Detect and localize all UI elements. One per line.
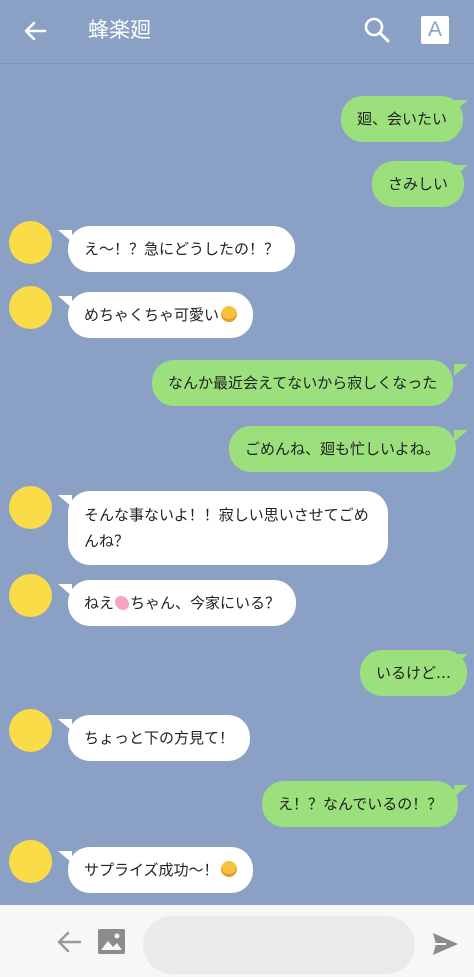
avatar[interactable]: [9, 486, 52, 529]
bubble-tail: [454, 785, 468, 797]
message-incoming: めちゃくちゃ可愛い: [68, 292, 254, 338]
chat-title: 蜂楽廻: [88, 18, 151, 42]
bubble-tail: [454, 100, 468, 112]
message-incoming: ねえ ちゃん、今家にいる？: [68, 580, 297, 626]
message-text: ごめんね、廻も忙しいよね。: [245, 440, 440, 458]
message-composer: [0, 905, 474, 977]
message-text: 廻、会いたい: [357, 110, 448, 128]
font-size-icon[interactable]: A: [421, 16, 449, 44]
bubble-tail: [58, 851, 72, 863]
message-outgoing: さみしい: [372, 161, 465, 207]
message-list: 廻、会いたい さみしい え〜！？急にどうしたの！？ めちゃくちゃ可愛い なんか最…: [0, 65, 474, 905]
message-text: え〜！？急にどうしたの！？: [84, 240, 280, 258]
message-text: なんか最近会えてないから寂しくなった: [168, 374, 438, 392]
bubble-tail: [58, 230, 72, 242]
cherry-blossom-icon: [115, 596, 130, 610]
message-text: ちゃん、今家にいる？: [130, 594, 281, 612]
send-icon[interactable]: [430, 929, 460, 959]
message-incoming: え〜！？急にどうしたの！？: [68, 226, 296, 272]
message-outgoing: え！？なんでいるの！？: [262, 781, 459, 827]
smiling-face-icon: [221, 306, 238, 322]
message-outgoing: いるけど…: [360, 650, 468, 696]
bubble-tail: [58, 584, 72, 596]
message-outgoing: ごめんね、廻も忙しいよね。: [229, 426, 456, 472]
message-text: ちょっと下の方見て！: [84, 729, 235, 747]
avatar[interactable]: [9, 840, 52, 883]
avatar[interactable]: [9, 221, 52, 264]
chat-header: 蜂楽廻 A: [0, 0, 474, 64]
message-outgoing: なんか最近会えてないから寂しくなった: [152, 360, 454, 406]
message-text: ねえ: [84, 594, 115, 612]
bubble-tail: [454, 654, 468, 666]
message-text: サプライズ成功〜！: [84, 861, 219, 879]
bubble-tail: [58, 296, 72, 308]
search-icon[interactable]: [362, 15, 392, 45]
message-outgoing: 廻、会いたい: [341, 96, 464, 142]
winking-face-icon: [220, 861, 237, 877]
bubble-tail: [58, 719, 72, 731]
message-text: そんな事ないよ！！寂しい思いさせてごめんね？: [84, 506, 369, 550]
message-text: え！？なんでいるの！？: [278, 795, 443, 813]
back-arrow-icon[interactable]: [20, 16, 50, 46]
image-icon[interactable]: [97, 928, 126, 955]
avatar[interactable]: [9, 709, 52, 752]
bubble-tail: [454, 165, 468, 177]
message-text: いるけど…: [376, 664, 452, 682]
message-text: めちゃくちゃ可愛い: [84, 306, 220, 324]
message-text: さみしい: [388, 175, 449, 193]
message-input[interactable]: [143, 916, 415, 974]
avatar[interactable]: [9, 574, 52, 617]
bubble-tail: [454, 364, 468, 376]
avatar[interactable]: [9, 286, 52, 329]
message-incoming: そんな事ないよ！！寂しい思いさせてごめんね？: [68, 491, 388, 565]
bubble-tail: [454, 430, 468, 442]
message-incoming: サプライズ成功〜！: [68, 847, 253, 893]
message-incoming: ちょっと下の方見て！: [68, 715, 251, 761]
bubble-tail: [58, 495, 72, 507]
arrow-left-icon[interactable]: [54, 927, 84, 957]
